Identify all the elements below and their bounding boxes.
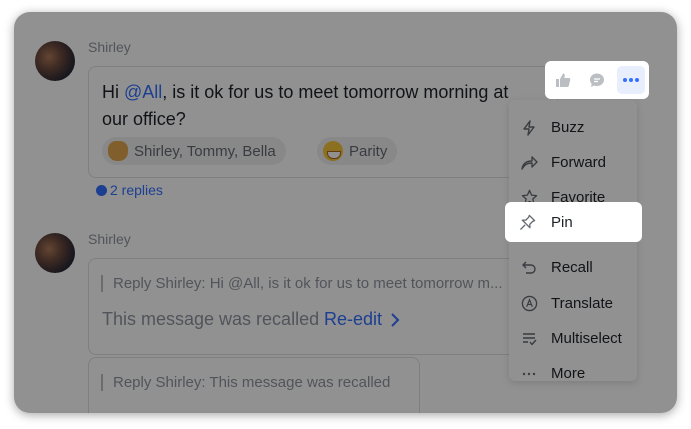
replies-link[interactable]: 2 replies: [96, 182, 163, 198]
like-button[interactable]: [549, 66, 577, 94]
more-button[interactable]: [617, 66, 645, 94]
ellipsis-icon: [522, 372, 536, 375]
menu-item-forward[interactable]: Forward: [509, 145, 637, 180]
message-text: Hi @All, is it ok for us to meet tomorro…: [102, 82, 509, 129]
menu-item-pin[interactable]: Pin: [505, 202, 642, 242]
chat-window: Shirley Hi @All, is it ok for us to meet…: [14, 12, 677, 413]
chevron-right-icon: [391, 312, 400, 327]
message-bubble[interactable]: Reply Shirley: This message was recalled: [88, 357, 420, 413]
lightning-icon: [523, 119, 535, 136]
more-icon: [623, 78, 639, 82]
multiselect-icon: [523, 332, 537, 345]
reply-bubble-icon: [96, 184, 107, 196]
message-hover-toolbar: [545, 61, 649, 99]
menu-item-more[interactable]: More: [509, 356, 637, 391]
re-edit-link[interactable]: Re-edit: [324, 309, 400, 330]
clapping-hands-icon: [108, 141, 128, 161]
menu-item-translate[interactable]: Translate: [509, 286, 637, 321]
avatar[interactable]: [35, 41, 75, 81]
thumbs-up-icon: [556, 73, 571, 87]
sender-name: Shirley: [88, 39, 131, 55]
menu-item-buzz[interactable]: Buzz: [509, 110, 637, 145]
menu-item-recall[interactable]: Recall: [509, 250, 637, 285]
reaction-chip[interactable]: Shirley, Tommy, Bella: [102, 137, 286, 165]
menu-item-multiselect[interactable]: Multiselect: [509, 321, 637, 356]
pin-icon: [519, 214, 535, 230]
sender-name: Shirley: [88, 231, 131, 247]
translate-icon: [521, 295, 537, 312]
reply-quote: Reply Shirley: This message was recalled: [101, 374, 413, 391]
message-bubble[interactable]: Hi @All, is it ok for us to meet tomorro…: [88, 66, 558, 178]
undo-icon: [522, 261, 536, 274]
avatar[interactable]: [35, 233, 75, 273]
reply-bubble-icon: [590, 73, 604, 87]
reply-button[interactable]: [583, 66, 611, 94]
grinning-face-icon: [323, 141, 343, 161]
message-bubble[interactable]: Reply Shirley: Hi @All, is it ok for us …: [88, 258, 540, 355]
recalled-notice: This message was recalled: [102, 309, 320, 329]
mention-link[interactable]: @All: [124, 82, 162, 102]
reply-quote: Reply Shirley: Hi @All, is it ok for us …: [101, 275, 513, 292]
forward-icon: [521, 155, 538, 170]
reaction-chip[interactable]: Parity: [317, 137, 398, 165]
